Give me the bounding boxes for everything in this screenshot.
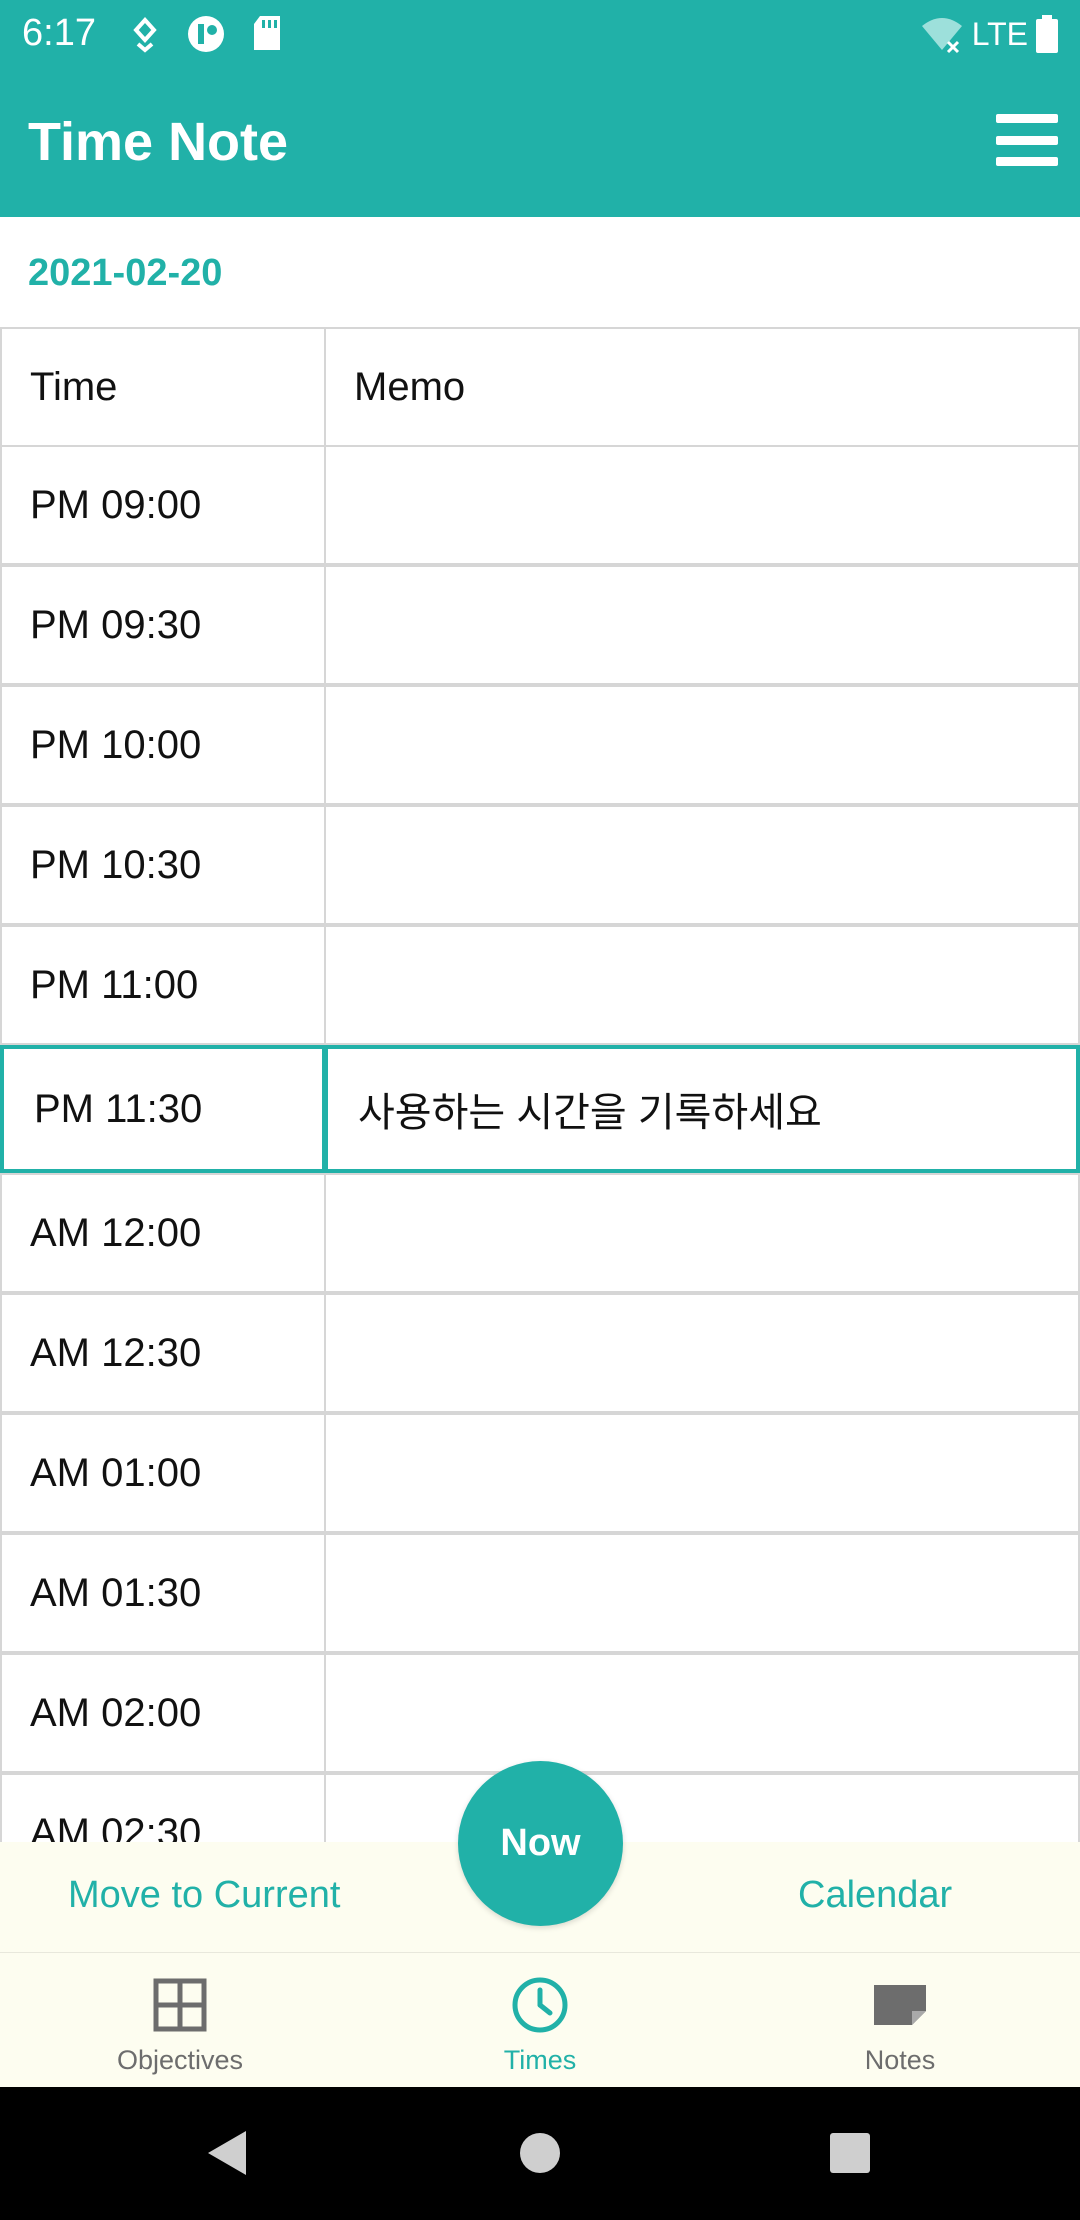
table-row-selected[interactable]: PM 11:30 사용하는 시간을 기록하세요: [0, 1045, 1080, 1173]
memo-cell[interactable]: [324, 1773, 1080, 1842]
memo-column-header: Memo: [324, 327, 1080, 447]
calendar-button[interactable]: Calendar: [798, 1874, 952, 1917]
time-cell: AM 01:00: [0, 1413, 326, 1533]
network-type: LTE: [971, 15, 1028, 52]
time-cell: AM 01:30: [0, 1533, 326, 1653]
time-cell: AM 12:00: [0, 1173, 326, 1293]
memo-cell[interactable]: [324, 1653, 1080, 1773]
time-cell: PM 11:30: [0, 1045, 326, 1173]
time-cell: AM 02:00: [0, 1653, 326, 1773]
table-row[interactable]: PM 10:30: [0, 805, 1080, 925]
memo-cell[interactable]: [324, 925, 1080, 1045]
memo-cell[interactable]: [324, 445, 1080, 565]
time-cell: PM 11:00: [0, 925, 326, 1045]
app-title: Time Note: [28, 112, 289, 172]
memo-cell[interactable]: 사용하는 시간을 기록하세요: [324, 1045, 1080, 1173]
recents-icon[interactable]: [828, 2127, 872, 2179]
memo-cell[interactable]: [324, 1173, 1080, 1293]
table-row[interactable]: AM 12:00: [0, 1173, 1080, 1293]
current-date[interactable]: 2021-02-20: [28, 252, 222, 295]
memo-cell[interactable]: [324, 1293, 1080, 1413]
nav-label: Objectives: [116, 2045, 244, 2075]
time-column-header: Time: [0, 327, 326, 447]
table-row[interactable]: PM 10:00: [0, 685, 1080, 805]
battery-icon: [1036, 15, 1058, 53]
time-memo-table: Time Memo PM 09:00 PM 09:30 PM 10:00 PM …: [0, 327, 1080, 1842]
location-pin-icon: [133, 17, 157, 53]
table-row[interactable]: AM 12:30: [0, 1293, 1080, 1413]
sd-card-icon: [254, 16, 280, 50]
memo-cell[interactable]: [324, 1533, 1080, 1653]
time-cell: PM 09:30: [0, 565, 326, 685]
system-navigation-bar: [0, 2087, 1080, 2220]
bottom-navigation: Objectives Times Notes: [0, 1953, 1080, 2087]
nav-label: Notes: [864, 2045, 936, 2075]
move-to-current-button[interactable]: Move to Current: [68, 1874, 340, 1917]
time-cell: AM 12:30: [0, 1293, 326, 1413]
app-bar: Time Note: [0, 66, 1080, 217]
status-bar: 6:17 LTE: [0, 0, 1080, 66]
app-notification-icon: [188, 16, 224, 52]
time-cell: PM 10:30: [0, 805, 326, 925]
table-row[interactable]: PM 11:00: [0, 925, 1080, 1045]
table-row[interactable]: AM 01:30: [0, 1533, 1080, 1653]
time-cell: PM 09:00: [0, 445, 326, 565]
time-cell: AM 02:30: [0, 1773, 326, 1842]
nav-item-notes[interactable]: Notes: [720, 1953, 1080, 2087]
hamburger-menu-icon[interactable]: [996, 114, 1058, 166]
table-row[interactable]: AM 01:00: [0, 1413, 1080, 1533]
table-row[interactable]: PM 09:00: [0, 445, 1080, 565]
nav-label: Times: [503, 2045, 577, 2075]
nav-item-objectives[interactable]: Objectives: [0, 1953, 360, 2087]
status-time: 6:17: [22, 12, 96, 54]
memo-cell[interactable]: [324, 805, 1080, 925]
home-icon[interactable]: [518, 2127, 562, 2179]
grid-icon: [153, 1978, 207, 2032]
table-row[interactable]: PM 09:30: [0, 565, 1080, 685]
memo-cell[interactable]: [324, 1413, 1080, 1533]
memo-cell[interactable]: [324, 685, 1080, 805]
note-icon: [874, 1985, 926, 2025]
table-header-row: Time Memo: [0, 327, 1080, 447]
memo-cell[interactable]: [324, 565, 1080, 685]
clock-icon: [512, 1977, 568, 2033]
table-row[interactable]: AM 02:00: [0, 1653, 1080, 1773]
nav-item-times[interactable]: Times: [360, 1953, 720, 2087]
wifi-off-icon: [921, 18, 962, 54]
now-button[interactable]: Now: [458, 1761, 623, 1926]
back-icon[interactable]: [202, 2127, 250, 2179]
time-cell: PM 10:00: [0, 685, 326, 805]
